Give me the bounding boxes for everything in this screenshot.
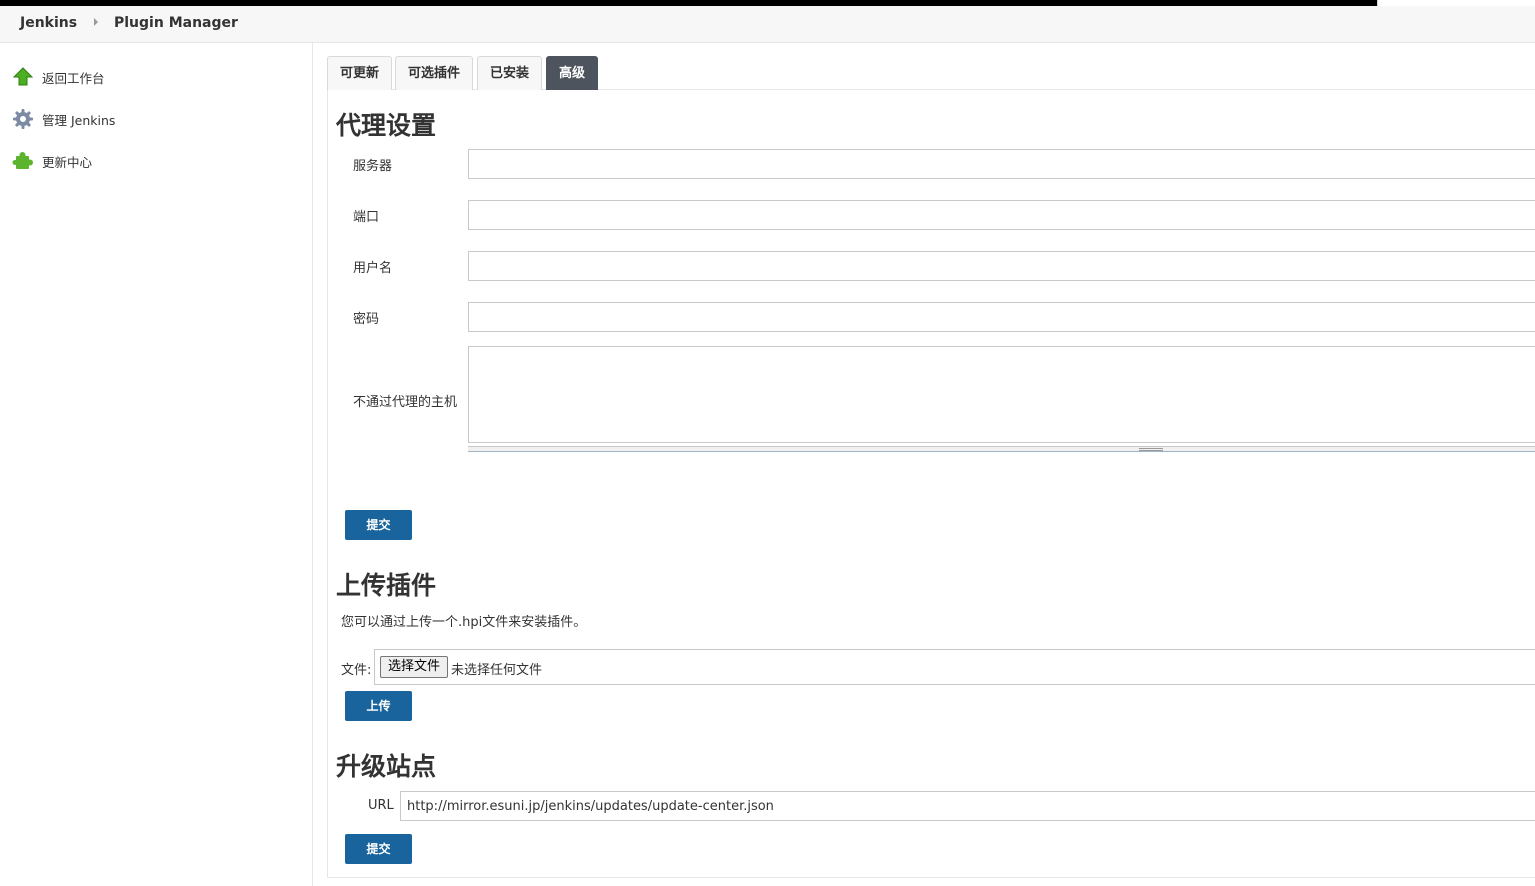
- url-label: URL: [368, 798, 394, 813]
- tab-installed[interactable]: 已安装: [477, 56, 543, 90]
- password-label: 密码: [353, 312, 380, 327]
- tab-updates[interactable]: 可更新: [327, 56, 393, 90]
- proxy-settings-title: 代理设置: [336, 111, 437, 140]
- gear-icon: [12, 108, 34, 130]
- sidebar-item-update-center[interactable]: 更新中心: [12, 149, 92, 173]
- tab-advanced[interactable]: 高级: [546, 56, 599, 90]
- port-input[interactable]: [468, 200, 1535, 230]
- update-site-submit-button[interactable]: 提交: [345, 834, 412, 864]
- file-label: 文件:: [341, 663, 372, 678]
- no-proxy-hosts-label: 不通过代理的主机: [353, 395, 458, 410]
- sidebar: 返回工作台 管理 Jenkins 更新中心: [0, 43, 313, 886]
- sidebar-item-label: 返回工作台: [42, 70, 105, 86]
- resize-grip-icon: [1139, 448, 1163, 451]
- tab-bar: 可更新 可选插件 已安装 高级: [327, 56, 1535, 90]
- choose-file-button[interactable]: 选择文件: [380, 656, 449, 678]
- no-proxy-hosts-textarea[interactable]: [468, 346, 1535, 443]
- upload-button[interactable]: 上传: [345, 691, 412, 721]
- file-input[interactable]: 选择文件 未选择任何文件: [374, 649, 1535, 685]
- up-arrow-icon: [12, 66, 34, 88]
- puzzle-icon: [12, 150, 34, 172]
- sidebar-item-back-to-dashboard[interactable]: 返回工作台: [12, 65, 105, 89]
- breadcrumb-plugin-manager[interactable]: Plugin Manager: [114, 15, 238, 31]
- server-input[interactable]: [468, 149, 1535, 179]
- sidebar-item-label: 更新中心: [42, 154, 93, 170]
- update-site-url-input[interactable]: [400, 791, 1535, 821]
- username-input[interactable]: [468, 251, 1535, 281]
- password-input[interactable]: [468, 302, 1535, 332]
- main-panel: 可更新 可选插件 已安装 高级 代理设置 服务器 端口 用户名 密码 不通过代理…: [327, 56, 1535, 878]
- server-label: 服务器: [353, 159, 393, 174]
- update-site-title: 升级站点: [336, 752, 437, 781]
- sidebar-item-manage-jenkins[interactable]: 管理 Jenkins: [12, 107, 115, 131]
- proxy-submit-button[interactable]: 提交: [345, 510, 412, 540]
- advanced-content: 代理设置 服务器 端口 用户名 密码 不通过代理的主机 提交 上传插件 您可以通…: [327, 90, 1535, 878]
- no-file-chosen-text: 未选择任何文件: [451, 663, 543, 678]
- breadcrumb-chevron-icon[interactable]: [94, 18, 98, 26]
- upload-plugin-title: 上传插件: [336, 571, 437, 600]
- tab-available[interactable]: 可选插件: [395, 56, 474, 90]
- file-upload-row: 文件: 选择文件 未选择任何文件: [341, 649, 1535, 685]
- port-label: 端口: [353, 210, 380, 225]
- sidebar-item-label: 管理 Jenkins: [42, 112, 116, 128]
- breadcrumb-jenkins[interactable]: Jenkins: [20, 15, 77, 31]
- upload-description: 您可以通过上传一个.hpi文件来安装插件。: [341, 615, 587, 630]
- breadcrumb: Jenkins Plugin Manager: [0, 6, 1535, 43]
- textarea-resize-handle[interactable]: [468, 446, 1535, 452]
- username-label: 用户名: [353, 261, 393, 276]
